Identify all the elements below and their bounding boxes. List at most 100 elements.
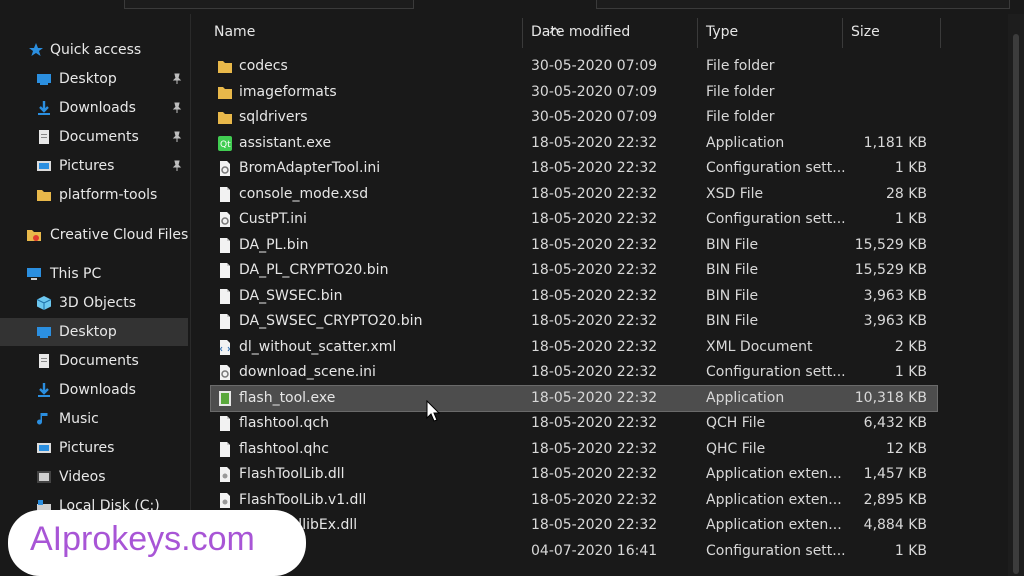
sidebar-item-label: Pictures — [59, 440, 115, 456]
file-name: dl_without_scatter.xml — [239, 338, 397, 355]
file-size: 2 KB — [894, 338, 927, 355]
file-size: 28 KB — [885, 185, 927, 202]
pin-icon[interactable] — [171, 73, 183, 85]
sidebar-item-platform-tools[interactable]: platform-tools — [0, 181, 188, 209]
file-type: Application exten... — [706, 517, 842, 533]
file-row-da-pl-bin[interactable]: DA_PL.bin 18-05-2020 22:32 BIN File 15,529 … — [211, 233, 937, 258]
search-box[interactable] — [596, 0, 1010, 9]
file-type: Application exten... — [706, 491, 842, 508]
file-type: Configuration sett... — [706, 211, 846, 227]
sidebar-pc-item-music[interactable]: Music — [0, 405, 188, 433]
file-row-imageformats[interactable]: imageformats 30-05-2020 07:09 File folder — [211, 80, 937, 105]
file-row-flashtool-qch[interactable]: flashtool.qch 18-05-2020 22:32 QCH File 6,4… — [211, 411, 937, 436]
file-row-flashtool-qhc[interactable]: flashtool.qhc 18-05-2020 22:32 QHC File 12 … — [211, 437, 937, 462]
file-row-assistant-exe[interactable]: Qt assistant.exe 18-05-2020 22:32 Applicati… — [211, 131, 937, 156]
file-date: 18-05-2020 22:32 — [531, 338, 658, 355]
column-header-type[interactable]: Type — [706, 24, 738, 52]
folder-icon — [37, 190, 51, 201]
address-bar[interactable] — [124, 0, 414, 9]
file-size: 2,895 KB — [863, 491, 927, 508]
pin-icon[interactable] — [171, 131, 183, 143]
file-name: codecs — [239, 58, 288, 74]
pin-icon[interactable] — [171, 102, 183, 114]
sidebar-item-desktop[interactable]: Desktop — [0, 65, 188, 93]
file-date: 18-05-2020 22:32 — [531, 440, 658, 457]
folder-icon — [218, 86, 232, 99]
sidebar-this-pc[interactable]: This PC — [0, 260, 188, 288]
column-separator[interactable] — [940, 18, 941, 48]
file-type: BIN File — [706, 287, 759, 304]
config-icon — [220, 161, 230, 176]
column-header-size[interactable]: Size — [851, 24, 880, 52]
file-row-flashtoollibex-dll[interactable]: FlashtoollibEx.dll18-05-2020 22:32Applic… — [211, 513, 937, 538]
vertical-scrollbar[interactable] — [1008, 14, 1024, 576]
file-name: DA_PL_CRYPTO20.bin — [239, 262, 389, 278]
file-row-console-mode-xsd[interactable]: console_mode.xsd 18-05-2020 22:32 XSD File… — [211, 182, 937, 207]
sidebar-pc-item-videos[interactable]: Videos — [0, 463, 188, 491]
file-name: download_scene.ini — [239, 364, 376, 380]
column-header-name[interactable]: Name — [214, 24, 255, 52]
sidebar-quick-access[interactable]: Quick access — [0, 36, 188, 64]
file-row-da-pl-crypto20-bin[interactable]: DA_PL_CRYPTO20.bin 18-05-2020 22:32 BIN Fi… — [211, 258, 937, 283]
sidebar-pc-item-desktop[interactable]: Desktop — [0, 318, 188, 346]
file-row-flash-tool-exe[interactable]: flash_tool.exe 18-05-2020 22:32 Applicatio… — [210, 384, 938, 412]
file-type: BIN File — [706, 262, 759, 278]
file-name: flash_tool.exe — [239, 389, 336, 406]
file-type: Application — [706, 389, 785, 406]
file-row-codecs[interactable]: codecs 30-05-2020 07:09 File folder — [211, 54, 937, 79]
sidebar-item-label: Desktop — [59, 324, 117, 340]
config-icon — [220, 365, 230, 380]
sidebar-item-documents[interactable]: Documents — [0, 123, 188, 151]
mouse-cursor-icon — [426, 400, 440, 422]
sidebar-item-pictures[interactable]: Pictures — [0, 152, 188, 180]
column-separator[interactable] — [697, 18, 698, 48]
file-date: 18-05-2020 22:32 — [531, 517, 658, 533]
column-header-date[interactable]: Date modified — [531, 24, 630, 52]
file-row-da-swsec-bin[interactable]: DA_SWSEC.bin 18-05-2020 22:32 BIN File 3,96… — [211, 284, 937, 309]
file-name: FlashToolLib.v1.dll — [239, 491, 367, 508]
sidebar-pc-item-pictures[interactable]: Pictures — [0, 434, 188, 462]
watermark-text: AIprokeys.com — [30, 520, 255, 558]
file-size: 12 KB — [885, 440, 927, 457]
sidebar-creative-cloud[interactable]: Creative Cloud Files — [0, 221, 188, 249]
file-icon — [220, 237, 230, 253]
music-icon — [37, 413, 48, 425]
file-row-download-scene-ini[interactable]: download_scene.ini 18-05-2020 22:32 Config… — [211, 360, 937, 385]
file-name: imageformats — [239, 83, 337, 100]
file-name: console_mode.xsd — [239, 185, 369, 202]
file-row-row[interactable]: 04-07-2020 16:41 Configuration sett... 1 K… — [211, 539, 937, 564]
sidebar-item-downloads[interactable]: Downloads — [0, 94, 188, 122]
file-size: 10,318 KB — [854, 389, 927, 406]
scrollbar-thumb[interactable] — [1013, 34, 1019, 574]
column-separator[interactable] — [842, 18, 843, 48]
file-row-dl-without-scatter-xml[interactable]: dl_without_scatter.xml 18-05-2020 22:32 XM… — [211, 335, 937, 360]
file-row-sqldrivers[interactable]: sqldrivers 30-05-2020 07:09 File folder — [211, 105, 937, 130]
file-list: Name Date modified Type Size codecs 30-05… — [191, 14, 1024, 576]
file-date: 18-05-2020 22:32 — [531, 185, 658, 202]
file-row-custpt-ini[interactable]: CustPT.ini 18-05-2020 22:32 Configuration … — [211, 207, 937, 232]
file-date: 18-05-2020 22:32 — [531, 491, 658, 508]
file-name: assistant.exe — [239, 134, 332, 151]
file-date: 18-05-2020 22:32 — [531, 211, 658, 227]
file-icon — [220, 314, 230, 329]
sidebar-label: Creative Cloud Files — [50, 227, 189, 243]
column-separator[interactable] — [522, 18, 523, 48]
file-row-flashtoollib-dll[interactable]: FlashToolLib.dll 18-05-2020 22:32 Applicat… — [211, 462, 937, 487]
file-type: BIN File — [706, 236, 759, 253]
file-name: CustPT.ini — [239, 211, 307, 227]
watermark-badge: AIprokeys.com — [8, 510, 306, 576]
file-type: XSD File — [706, 185, 764, 202]
file-row-da-swsec-crypto20-bin[interactable]: DA_SWSEC_CRYPTO20.bin 18-05-2020 22:32 BIN… — [211, 309, 937, 334]
sidebar-pc-item-3d-objects[interactable]: 3D Objects — [0, 289, 188, 317]
sidebar-pc-item-documents[interactable]: Documents — [0, 347, 188, 375]
file-name: flashtool.qhc — [239, 440, 329, 457]
file-type: QHC File — [706, 440, 766, 457]
file-row-bromadaptertool-ini[interactable]: BromAdapterTool.ini 18-05-2020 22:32 Confi… — [211, 156, 937, 181]
sidebar-pc-item-downloads[interactable]: Downloads — [0, 376, 188, 404]
pin-icon[interactable] — [171, 160, 183, 172]
sidebar-item-label: Desktop — [59, 71, 117, 87]
downloads-folder-icon — [38, 101, 50, 115]
file-row-flashtoollib-v1-dll[interactable]: FlashToolLib.v1.dll 18-05-2020 22:32 Appli… — [211, 488, 937, 513]
flash-app-icon — [219, 390, 231, 406]
file-size: 3,963 KB — [863, 287, 927, 304]
